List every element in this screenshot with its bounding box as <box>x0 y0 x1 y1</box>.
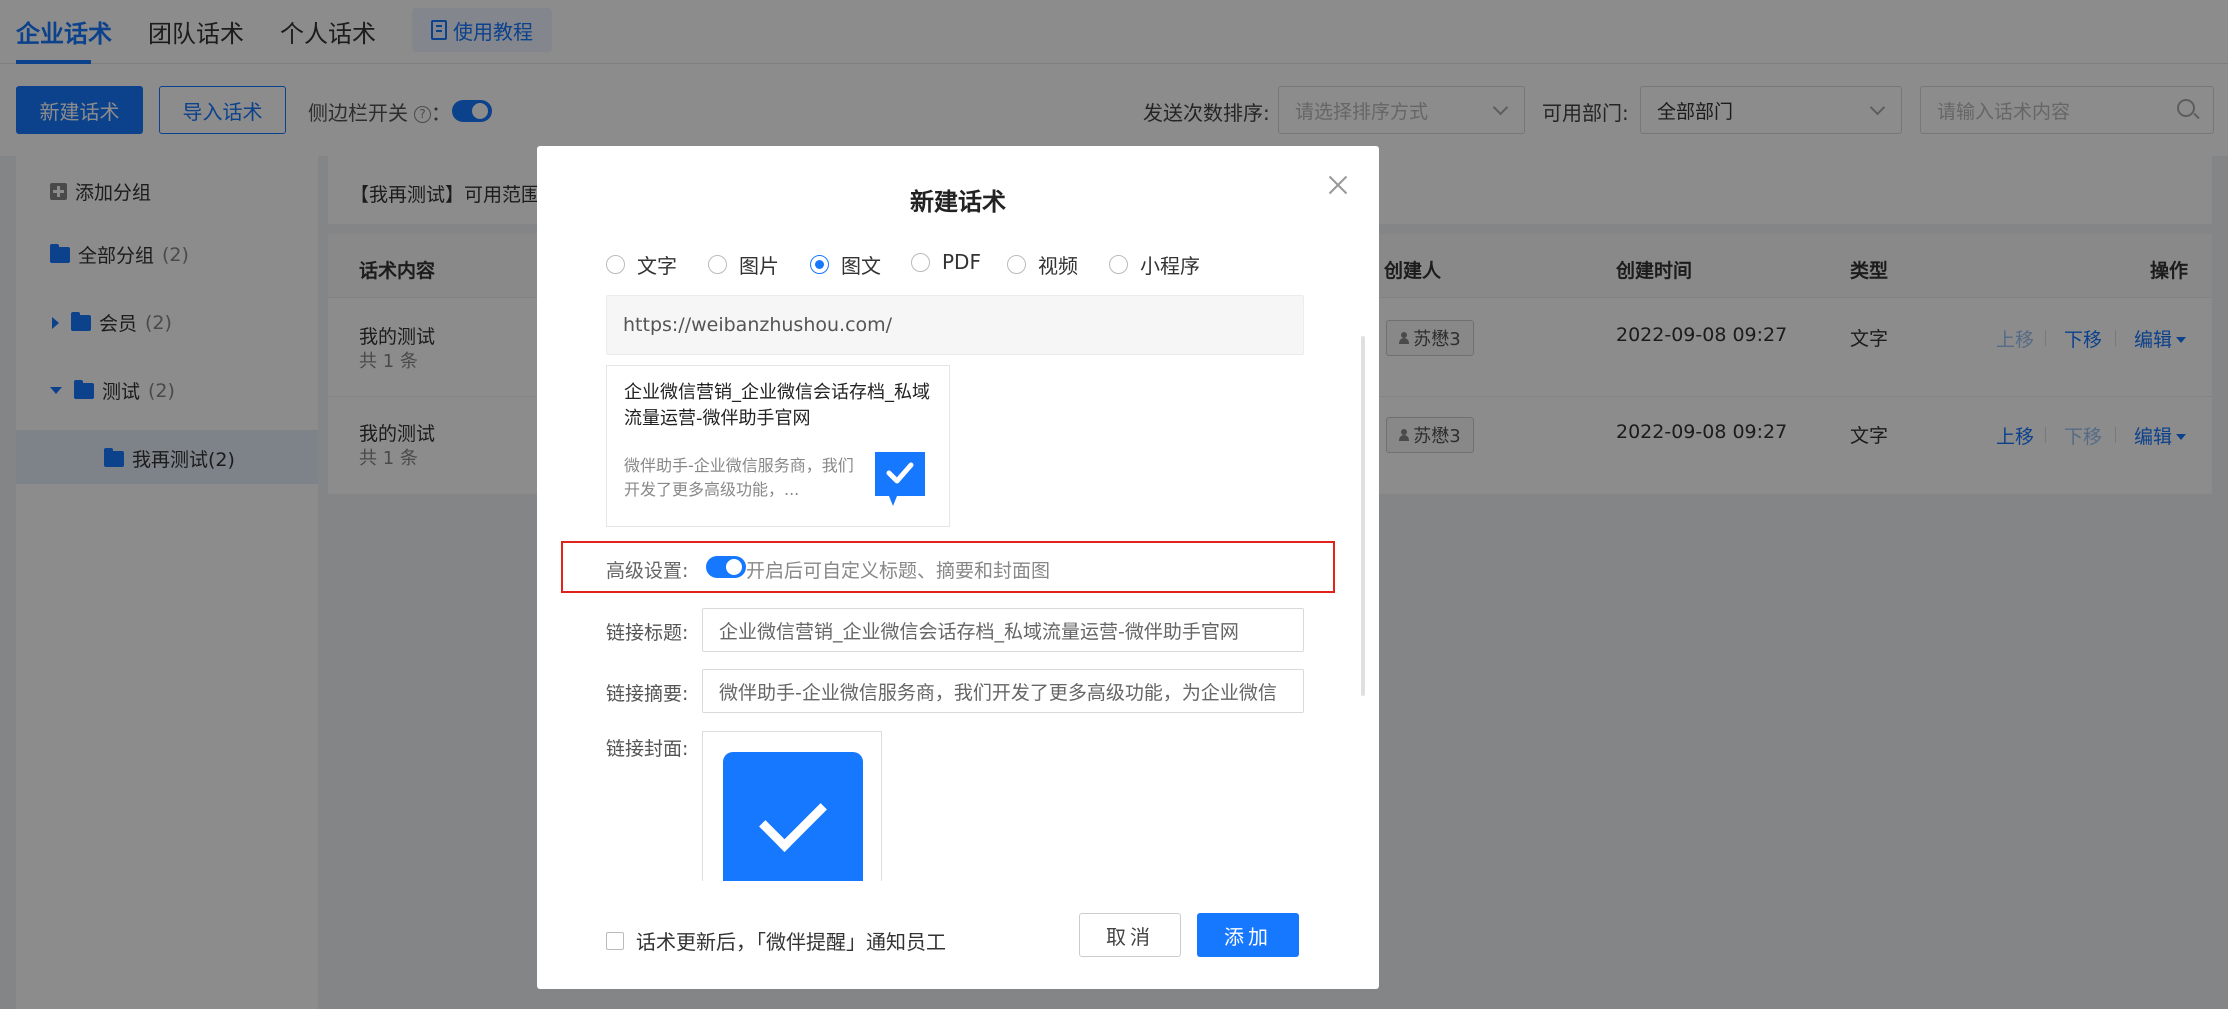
preview-description: 微伴助手-企业微信服务商，我们开发了更多高级功能，... <box>624 456 854 499</box>
radio-button-checked[interactable] <box>810 255 829 274</box>
advanced-setting-switch[interactable] <box>706 556 746 578</box>
add-button[interactable]: 添加 <box>1197 913 1299 957</box>
cancel-button[interactable]: 取消 <box>1079 913 1181 957</box>
link-title-input[interactable]: 企业微信营销_企业微信会话存档_私域流量运营-微伴助手官网 <box>702 608 1304 652</box>
cover-image <box>723 752 863 881</box>
advanced-setting-label: 高级设置: <box>606 560 689 582</box>
radio-button[interactable] <box>1109 255 1128 274</box>
radio-label: 小程序 <box>1140 254 1200 278</box>
link-cover-upload[interactable] <box>702 731 882 881</box>
dialog-scrollbar[interactable] <box>1361 336 1365 696</box>
chat-check-icon <box>875 452 925 506</box>
new-script-dialog: 新建话术 文字 图片 图文 PDF 视频 小程序 https://weibanz… <box>537 146 1379 989</box>
switch-knob <box>726 559 742 575</box>
type-radio-miniprogram[interactable]: 小程序 <box>1109 250 1200 279</box>
close-icon[interactable] <box>1327 174 1349 196</box>
radio-label: PDF <box>942 250 981 274</box>
link-summary-input[interactable]: 微伴助手-企业微信服务商，我们开发了更多高级功能，为企业微信 <box>702 669 1304 713</box>
radio-label: 文字 <box>637 254 677 278</box>
radio-button[interactable] <box>911 252 930 272</box>
check-icon <box>759 784 827 852</box>
notify-label: 话术更新后，「微伴提醒」通知员工 <box>636 930 946 954</box>
preview-title: 企业微信营销_企业微信会话存档_私域流量运营-微伴助手官网 <box>624 382 930 429</box>
link-title-label: 链接标题: <box>606 622 689 644</box>
type-radio-image[interactable]: 图片 <box>708 250 779 279</box>
radio-label: 图片 <box>739 254 779 278</box>
type-radio-pdf[interactable]: PDF <box>911 250 981 274</box>
radio-label: 图文 <box>841 254 881 278</box>
checkbox[interactable] <box>606 931 624 950</box>
dialog-title: 新建话术 <box>910 188 1006 216</box>
link-cover-label: 链接封面: <box>606 738 689 760</box>
link-preview-card: 企业微信营销_企业微信会话存档_私域流量运营-微伴助手官网 微伴助手-企业微信服… <box>606 365 950 527</box>
advanced-setting-hint: 开启后可自定义标题、摘要和封面图 <box>746 560 1051 582</box>
radio-label: 视频 <box>1038 254 1078 278</box>
radio-button[interactable] <box>708 255 727 274</box>
notify-staff-checkbox[interactable]: 话术更新后，「微伴提醒」通知员工 <box>606 926 946 955</box>
type-radio-link[interactable]: 图文 <box>810 250 881 279</box>
url-input[interactable]: https://weibanzhushou.com/ <box>606 295 1304 355</box>
radio-button[interactable] <box>1007 255 1026 274</box>
radio-button[interactable] <box>606 255 625 274</box>
type-radio-text[interactable]: 文字 <box>606 250 677 279</box>
link-summary-label: 链接摘要: <box>606 683 689 705</box>
type-radio-video[interactable]: 视频 <box>1007 250 1078 279</box>
